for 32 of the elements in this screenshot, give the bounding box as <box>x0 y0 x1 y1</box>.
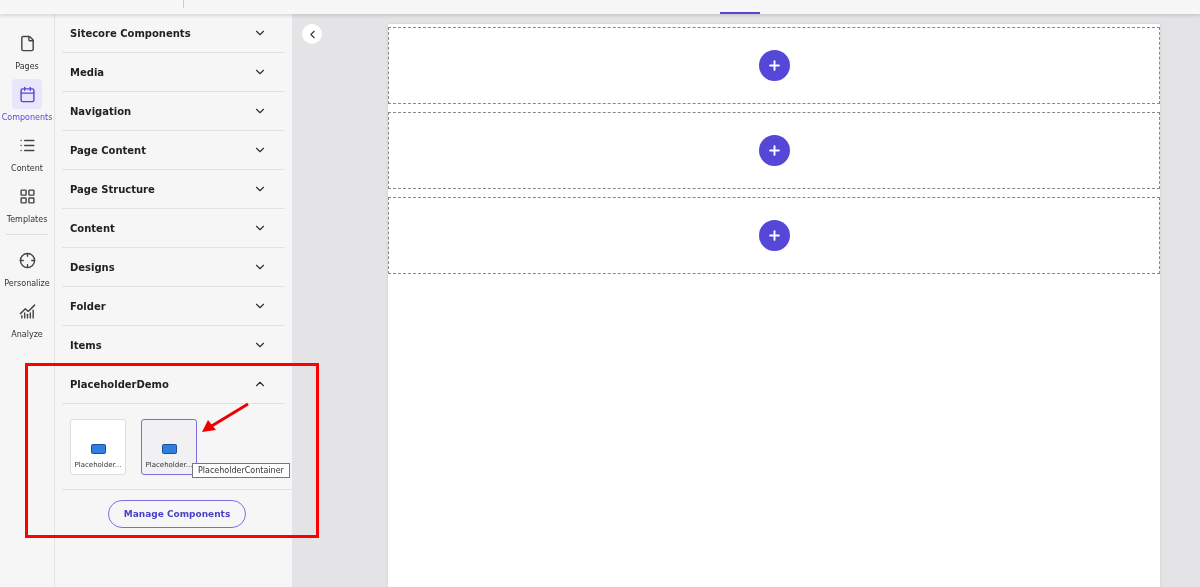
collapse-button[interactable] <box>302 24 322 44</box>
chart-icon <box>18 302 36 320</box>
accordion-header[interactable]: Items <box>62 326 285 365</box>
nav-item[interactable]: Templates <box>0 181 54 228</box>
add-component-button[interactable] <box>758 135 790 166</box>
plus-icon <box>766 228 782 243</box>
accordion-header[interactable]: Designs <box>62 248 285 287</box>
tooltip: PlaceholderContainer <box>192 463 290 478</box>
nav-item[interactable]: Components <box>0 79 54 126</box>
accordion-header[interactable]: Page Structure <box>62 170 285 209</box>
nav-item[interactable]: Content <box>0 130 54 177</box>
add-component-button[interactable] <box>758 50 790 81</box>
plus-icon <box>766 143 782 158</box>
nav-item[interactable]: Pages <box>0 28 54 75</box>
accordion-header[interactable]: Content <box>62 209 285 248</box>
accordion-header[interactable]: Sitecore Components <box>62 14 285 53</box>
page-icon <box>18 34 36 52</box>
nav-item[interactable]: Personalize <box>0 245 54 292</box>
add-component-button[interactable] <box>758 220 790 251</box>
component-icon <box>90 444 106 454</box>
accordion-header[interactable]: Folder <box>62 287 285 326</box>
accordion-header[interactable]: Page Content <box>62 131 285 170</box>
component-icon <box>161 444 177 454</box>
calendar-icon <box>18 85 36 103</box>
accordion-header[interactable]: Navigation <box>62 92 285 131</box>
nav-item[interactable]: Analyze <box>0 296 54 343</box>
accordion-header[interactable]: Media <box>62 53 285 92</box>
annotation-arrow <box>200 402 250 434</box>
grid-icon <box>18 187 36 205</box>
accordion-header[interactable]: PlaceholderDemo <box>62 365 285 404</box>
plus-icon <box>766 58 782 73</box>
crosshair-icon <box>18 251 36 269</box>
